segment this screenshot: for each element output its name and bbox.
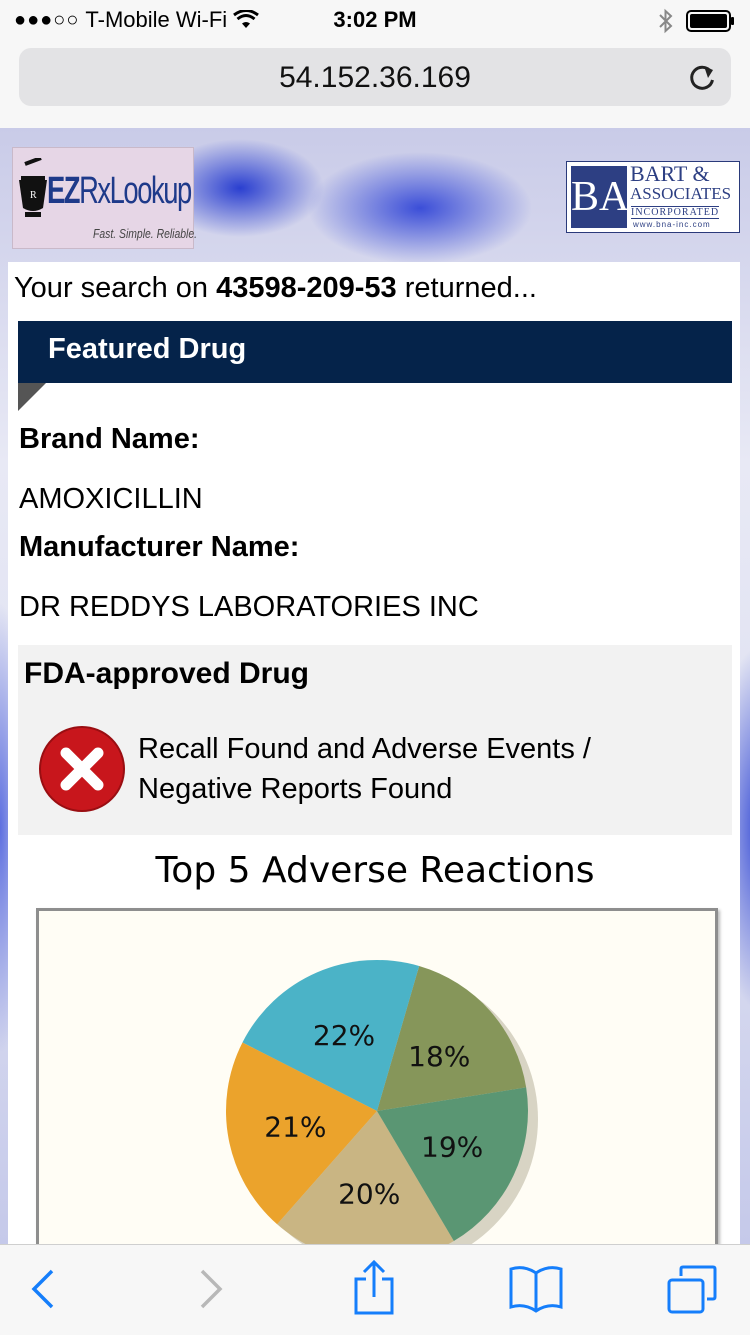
pie-slice-label: 18% <box>408 1040 470 1073</box>
reload-icon[interactable] <box>687 61 717 98</box>
web-page: R EZRxLookup Fast. Simple. Reliable. BA … <box>0 128 750 1244</box>
pie-slice-label: 19% <box>421 1130 483 1163</box>
search-summary: Your search on 43598-209-53 returned... <box>14 272 537 304</box>
featured-drug-title: Featured Drug <box>48 333 247 365</box>
forward-button[interactable] <box>196 1263 226 1320</box>
ezrxlookup-logo[interactable]: R EZRxLookup Fast. Simple. Reliable. <box>12 147 198 249</box>
logo-wordmark: EZRxLookup <box>47 170 192 212</box>
pie-slice-label: 20% <box>338 1178 400 1211</box>
tabs-button[interactable] <box>666 1265 718 1320</box>
bluetooth-icon <box>658 8 674 39</box>
fda-status-title: FDA-approved Drug <box>24 657 309 690</box>
chart-title: Top 5 Adverse Reactions <box>155 850 595 891</box>
main-content: Your search on 43598-209-53 returned... … <box>8 262 740 1244</box>
mortar-pestle-icon: R <box>17 156 49 227</box>
pie-slice-label: 21% <box>264 1111 326 1144</box>
fda-status-message: Recall Found and Adverse Events / Negati… <box>138 733 591 805</box>
ba-monogram: BA <box>571 166 629 228</box>
status-right <box>658 8 736 39</box>
ba-company-name: BART & ASSOCIATES <box>630 161 732 204</box>
browser-address-area: 54.152.36.169 <box>0 40 750 129</box>
chart-frame: 18% 22% 21% 20% 19% <box>36 908 718 1244</box>
fda-status-box: FDA-approved Drug Recall Found and Adver… <box>18 645 732 835</box>
ba-incorporated: INCORPORATED <box>631 206 720 219</box>
browser-toolbar <box>0 1244 750 1335</box>
pie-slice-label: 22% <box>313 1019 375 1052</box>
ribbon-fold <box>18 383 46 411</box>
search-ndc-code: 43598-209-53 <box>216 272 397 304</box>
ba-website: www.bna-inc.com <box>633 220 711 229</box>
address-bar[interactable]: 54.152.36.169 <box>19 48 731 106</box>
manufacturer-name-label: Manufacturer Name: <box>19 531 300 563</box>
url-text[interactable]: 54.152.36.169 <box>19 61 731 95</box>
manufacturer-name-value: DR REDDYS LABORATORIES INC <box>19 591 479 623</box>
logo-tagline: Fast. Simple. Reliable. <box>93 226 198 241</box>
svg-text:R: R <box>30 190 37 201</box>
brand-name-label: Brand Name: <box>19 423 200 455</box>
status-bar: ●●●○○ T-Mobile Wi-Fi 3:02 PM <box>0 0 750 40</box>
brand-name-value: AMOXICILLIN <box>19 483 203 515</box>
featured-drug-header: Featured Drug <box>18 321 732 383</box>
back-button[interactable] <box>28 1263 58 1320</box>
bookmarks-button[interactable] <box>508 1263 564 1318</box>
error-x-icon <box>38 725 126 818</box>
adverse-reactions-pie-chart: 18% 22% 21% 20% 19% <box>225 960 538 1244</box>
battery-icon <box>686 10 736 37</box>
status-time: 3:02 PM <box>333 7 417 32</box>
featured-drug-panel: Featured Drug Brand Name: AMOXICILLIN Ma… <box>16 312 734 1244</box>
bart-associates-logo[interactable]: BA BART & ASSOCIATES INCORPORATED www.bn… <box>566 161 740 233</box>
share-button[interactable] <box>352 1259 396 1322</box>
